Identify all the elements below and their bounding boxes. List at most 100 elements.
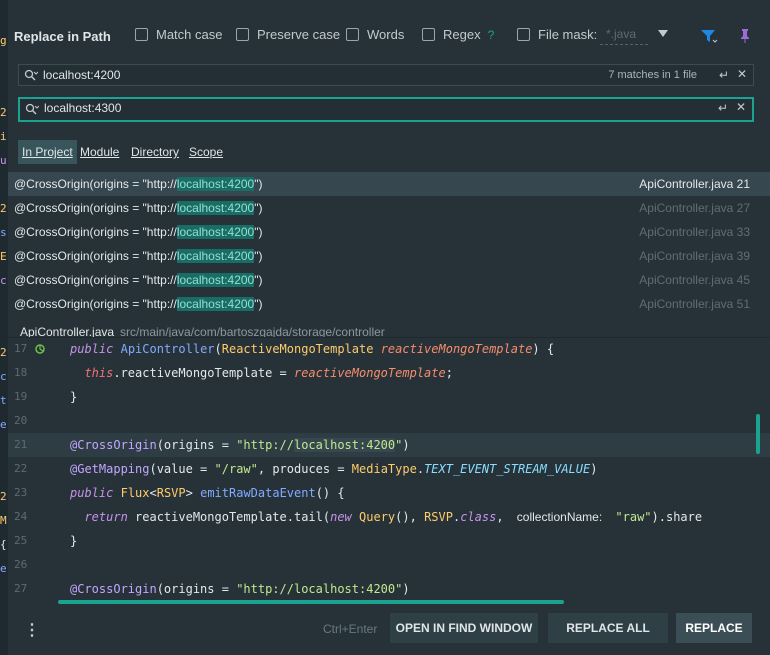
search-input[interactable]: localhost:4200: [43, 68, 120, 82]
new-line-icon[interactable]: ↵: [719, 68, 729, 82]
code-line: 18 this.reactiveMongoTemplate = reactive…: [8, 361, 770, 385]
tab-in-project[interactable]: In Project: [18, 140, 77, 164]
line-number: 25: [14, 534, 28, 547]
regex-label: Regex: [443, 27, 481, 42]
search-icon: [24, 69, 38, 81]
words-label: Words: [367, 27, 405, 42]
pin-icon[interactable]: [739, 28, 751, 44]
code-token: ) {: [532, 342, 555, 356]
result-file: ApiController.java 27: [639, 201, 750, 215]
code-token: }: [70, 390, 78, 404]
code-token: public: [70, 342, 114, 356]
code-token: @GetMapping: [70, 462, 150, 476]
horizontal-scrollbar[interactable]: [58, 600, 564, 604]
replace-all-button[interactable]: REPLACE ALL: [548, 613, 668, 643]
code-token: ): [590, 462, 598, 476]
result-match: localhost:4200: [176, 297, 255, 311]
result-code-prefix: @CrossOrigin(origins = "http://: [14, 249, 177, 263]
result-row[interactable]: @CrossOrigin(origins = "http://localhost…: [8, 292, 770, 316]
line-number: 24: [14, 510, 28, 523]
tab-directory[interactable]: Directory: [131, 140, 179, 164]
tab-module[interactable]: Module: [80, 140, 119, 164]
bg-char: 2: [0, 346, 7, 359]
preserve-case-label: Preserve case: [257, 27, 341, 42]
line-number: 19: [14, 390, 28, 403]
bg-char: {: [0, 538, 7, 551]
result-row[interactable]: @CrossOrigin(origins = "http://localhost…: [8, 196, 770, 220]
code-match: localhost:4200: [293, 438, 396, 452]
code-token: ApiController: [120, 342, 215, 356]
new-line-icon[interactable]: ↵: [718, 101, 728, 115]
file-mask-dropdown-icon[interactable]: [658, 30, 668, 37]
code-token: @CrossOrigin: [70, 438, 157, 452]
code-token: <: [149, 486, 157, 500]
replace-field[interactable]: localhost:4300 ↵ ✕: [18, 97, 754, 122]
words-checkbox[interactable]: [346, 28, 359, 41]
regex-help-link[interactable]: ?: [488, 28, 495, 42]
regex-option[interactable]: Regex ?: [422, 27, 494, 42]
search-field[interactable]: localhost:4200 7 matches in 1 file ↵ ✕: [18, 64, 754, 86]
preserve-case-checkbox[interactable]: [236, 28, 249, 41]
dialog-title: Replace in Path: [14, 29, 111, 44]
result-code-prefix: @CrossOrigin(origins = "http://: [14, 273, 177, 287]
bg-char: 2: [0, 490, 7, 503]
code-token: RSVP: [424, 510, 453, 524]
result-row[interactable]: @CrossOrigin(origins = "http://localhost…: [8, 268, 770, 292]
result-match: localhost:4200: [176, 273, 255, 287]
code-token: ).share: [651, 510, 703, 524]
editor-background-strip: g 2 i u 2 s E c 2 c t e 2 M { e: [0, 0, 8, 655]
match-case-checkbox[interactable]: [135, 28, 148, 41]
code-token: ;: [445, 366, 453, 380]
code-line: 25 }: [8, 529, 770, 553]
line-number: 18: [14, 366, 28, 379]
result-match: localhost:4200: [176, 249, 255, 263]
open-in-find-window-button[interactable]: OPEN IN FIND WINDOW: [390, 613, 538, 643]
code-token: "http://: [236, 438, 294, 452]
preserve-case-option[interactable]: Preserve case: [236, 27, 340, 42]
more-options-icon[interactable]: ⋮: [24, 620, 40, 640]
result-code-suffix: "): [254, 177, 263, 191]
clear-search-icon[interactable]: ✕: [737, 67, 747, 81]
code-token: RSVP: [156, 486, 186, 500]
match-case-option[interactable]: Match case: [135, 27, 222, 42]
result-code-suffix: "): [254, 225, 263, 239]
words-option[interactable]: Words: [346, 27, 404, 42]
code-token: >: [185, 486, 201, 500]
file-mask-input[interactable]: *.java: [600, 27, 648, 45]
parameter-hint: collectionName:: [516, 510, 603, 524]
filter-icon[interactable]: [700, 28, 718, 44]
code-token: ReactiveMongoTemplate: [221, 342, 374, 356]
code-token: (: [214, 342, 222, 356]
code-line: 23 public Flux<RSVP> emitRawDataEvent() …: [8, 481, 770, 505]
code-line: 27 @CrossOrigin(origins = "http://localh…: [8, 577, 770, 601]
result-code-suffix: "): [254, 273, 263, 287]
bg-char: c: [0, 370, 7, 383]
replace-button[interactable]: REPLACE: [676, 613, 752, 643]
result-code-suffix: "): [254, 249, 263, 263]
result-file: ApiController.java 39: [639, 249, 750, 263]
result-row[interactable]: @CrossOrigin(origins = "http://localhost…: [8, 172, 770, 196]
replace-input[interactable]: localhost:4300: [44, 101, 121, 115]
file-mask-option[interactable]: File mask:: [517, 27, 597, 42]
result-file: ApiController.java 21: [639, 177, 750, 191]
result-file: ApiController.java 33: [639, 225, 750, 239]
clear-replace-icon[interactable]: ✕: [736, 100, 746, 114]
bg-char: i: [0, 130, 7, 143]
regex-checkbox[interactable]: [422, 28, 435, 41]
code-line: 19 }: [8, 385, 770, 409]
result-row[interactable]: @CrossOrigin(origins = "http://localhost…: [8, 220, 770, 244]
bg-char: t: [0, 394, 7, 407]
line-number: 22: [14, 462, 28, 475]
code-token: Flux: [120, 486, 150, 500]
vertical-scrollbar[interactable]: [756, 414, 760, 454]
bean-gutter-icon[interactable]: [34, 343, 46, 355]
match-case-label: Match case: [156, 27, 223, 42]
file-mask-checkbox[interactable]: [517, 28, 530, 41]
bg-char: 2: [0, 106, 7, 119]
dialog-header: Replace in Path Match case Preserve case…: [8, 0, 770, 58]
tab-scope[interactable]: Scope: [189, 140, 223, 164]
code-preview[interactable]: 17 public ApiController(ReactiveMongoTem…: [8, 337, 770, 607]
match-count: 7 matches in 1 file: [608, 69, 697, 81]
results-list: @CrossOrigin(origins = "http://localhost…: [8, 172, 770, 316]
result-row[interactable]: @CrossOrigin(origins = "http://localhost…: [8, 244, 770, 268]
